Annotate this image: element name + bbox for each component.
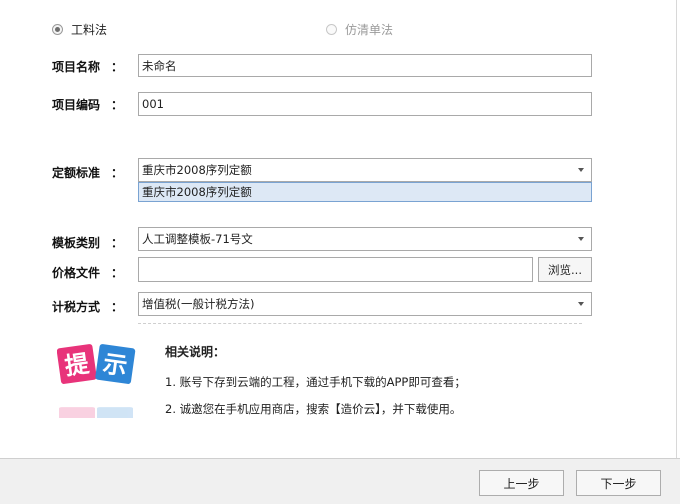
tip-icon: 提 示 — [57, 344, 136, 418]
tax-method-select[interactable]: 增值税(一般计税方法) — [138, 292, 592, 316]
divider — [138, 323, 582, 324]
tax-method-value: 增值税(一般计税方法) — [142, 297, 255, 311]
next-step-button[interactable]: 下一步 — [576, 470, 661, 496]
template-type-value: 人工调整模板-71号文 — [142, 232, 253, 246]
radio-checked-icon — [52, 24, 63, 35]
tip-line-1: 1. 账号下存到云端的工程，通过手机下载的APP即可查看； — [165, 375, 466, 389]
colon: ： — [111, 266, 124, 280]
radio-label: 仿清单法 — [345, 23, 394, 37]
project-code-label: 项目编码 — [52, 98, 101, 112]
colon: ： — [111, 300, 124, 314]
radio-bill-method: 仿清单法 — [326, 21, 393, 38]
template-type-label: 模板类别 — [52, 236, 101, 250]
colon: ： — [111, 166, 124, 180]
colon: ： — [111, 60, 124, 74]
project-name-input[interactable]: 未命名 — [138, 54, 592, 77]
price-file-input[interactable] — [138, 257, 533, 282]
chevron-down-icon — [578, 302, 584, 306]
chevron-down-icon — [578, 168, 584, 172]
svg-text:提: 提 — [63, 349, 92, 380]
chevron-down-icon — [578, 237, 584, 241]
window-border — [676, 0, 677, 458]
browse-button[interactable]: 浏览... — [538, 257, 592, 282]
price-file-label: 价格文件 — [52, 266, 101, 280]
quota-standard-option[interactable]: 重庆市2008序列定额 — [138, 182, 592, 202]
project-name-label: 项目名称 — [52, 60, 101, 74]
tax-method-label: 计税方式 — [52, 300, 101, 314]
quota-standard-value: 重庆市2008序列定额 — [142, 163, 252, 177]
svg-text:示: 示 — [101, 349, 129, 380]
colon: ： — [111, 98, 124, 112]
prev-step-button[interactable]: 上一步 — [479, 470, 564, 496]
colon: ： — [111, 236, 124, 250]
project-code-value: 001 — [142, 97, 164, 111]
radio-labor-material-method[interactable]: 工料法 — [52, 21, 107, 38]
project-code-input[interactable]: 001 — [138, 92, 592, 116]
radio-label: 工料法 — [71, 23, 108, 37]
quota-standard-select[interactable]: 重庆市2008序列定额 — [138, 158, 592, 182]
tip-line-2: 2. 诚邀您在手机应用商店，搜索【造价云】，并下载使用。 — [165, 402, 462, 416]
tip-title: 相关说明： — [165, 345, 226, 359]
radio-unchecked-icon — [326, 24, 337, 35]
quota-standard-option-label: 重庆市2008序列定额 — [142, 185, 252, 199]
quota-standard-label: 定额标准 — [52, 166, 101, 180]
project-name-value: 未命名 — [142, 58, 177, 73]
template-type-select[interactable]: 人工调整模板-71号文 — [138, 227, 592, 251]
